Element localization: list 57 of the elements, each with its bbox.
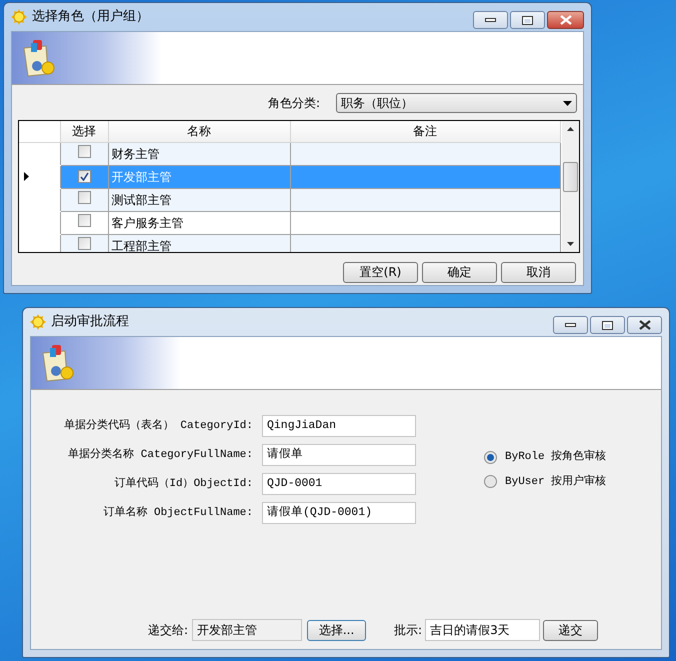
checkbox[interactable] [78,170,90,182]
maximize-button[interactable] [510,11,545,29]
text-field[interactable]: 请假单 [262,444,416,466]
window-title: 选择角色（用户组） [32,8,149,26]
field-label: 单据分类代码（表名） CategoryId: [62,418,253,434]
field-label: 单据分类名称 CategoryFullName: [67,447,253,463]
role-name-cell[interactable]: 客户服务主管 [108,211,290,234]
role-name-cell[interactable]: 工程部主管 [108,234,290,252]
column-header: 名称 [108,121,290,142]
comment-field[interactable]: 吉日的请假3天 [425,619,540,641]
dialog-button[interactable]: 取消 [501,262,576,283]
minimize-icon [485,18,496,22]
checkbox[interactable] [78,214,90,226]
text-field[interactable]: QingJiaDan [262,415,416,437]
maximize-icon [602,320,613,330]
current-row-icon [24,172,29,180]
select-button[interactable]: 选择... [307,620,366,640]
category-dropdown[interactable]: 职务（职位） [336,93,577,113]
close-button[interactable] [627,316,662,334]
checkbox[interactable] [78,144,90,158]
text-field[interactable]: 请假单(QJD-0001) [262,502,416,524]
column-header: 备注 [290,121,560,142]
category-label: 角色分类: [268,95,320,112]
column-header: 选择 [60,121,108,142]
field-label: 订单代码（Id）ObjectId: [113,476,253,492]
radio-button[interactable] [484,475,497,488]
minimize-button[interactable] [553,316,588,334]
submit-to-label: 递交给: [148,622,188,639]
close-icon [560,15,572,25]
submit-button[interactable]: 递交 [543,620,598,640]
scrollbar[interactable] [562,121,579,252]
dialog-button[interactable]: 置空(R) [343,262,418,283]
minimize-button[interactable] [473,11,508,29]
dropdown-arrow-icon [563,100,572,106]
text-field[interactable]: QJD-0001 [262,473,416,495]
sun-icon [11,9,27,25]
radio-label[interactable]: ByUser 按用户审核 [505,474,606,490]
close-button[interactable] [547,11,584,29]
comment-label: 批示: [394,622,422,639]
maximize-icon [522,16,533,24]
checkbox[interactable] [78,236,90,250]
scroll-thumb[interactable] [563,162,578,192]
radio-label[interactable]: ByRole 按角色审核 [505,449,606,466]
submit-to-field[interactable]: 开发部主管 [192,619,302,641]
sun-icon [30,314,46,330]
minimize-icon [565,323,576,327]
dialog-button[interactable]: 确定 [422,262,497,283]
role-name-cell[interactable]: 财务主管 [108,142,290,165]
scroll-down-icon[interactable] [567,242,574,246]
role-name-cell[interactable]: 测试部主管 [108,188,290,211]
scroll-up-icon[interactable] [567,127,574,131]
checkbox[interactable] [78,190,90,204]
radio-button[interactable] [484,450,497,464]
field-label: 订单名称 ObjectFullName: [102,505,253,521]
close-icon [638,320,650,330]
maximize-button[interactable] [590,316,625,334]
window-title: 启动审批流程 [51,313,129,332]
